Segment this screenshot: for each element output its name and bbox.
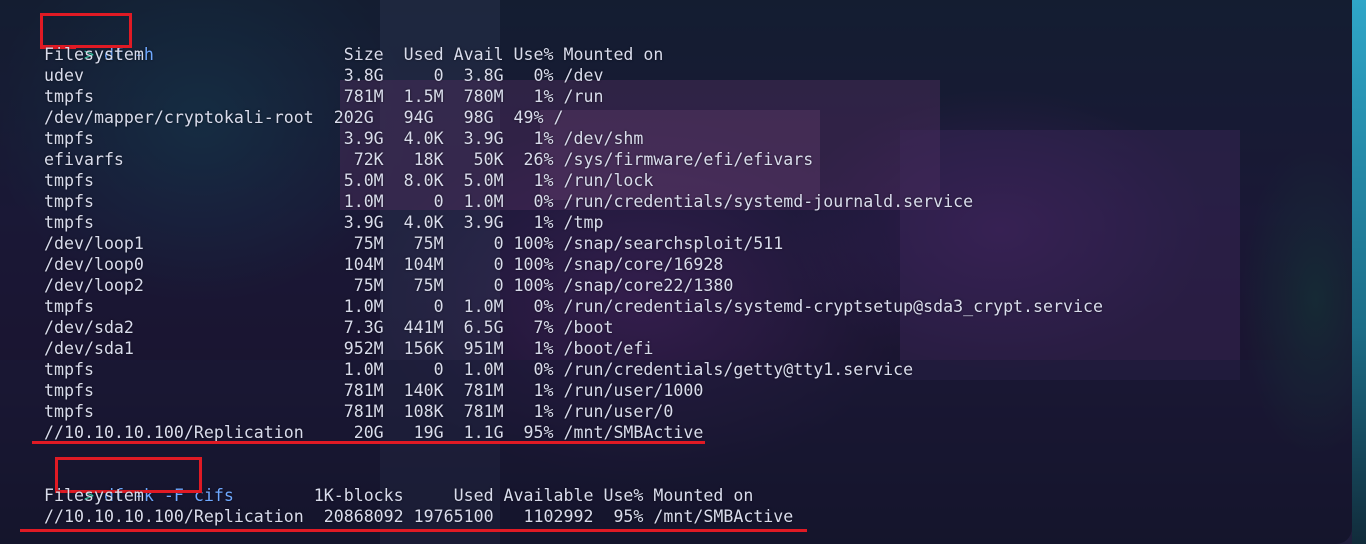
- output-row: tmpfs 1.0M 0 1.0M 0% /run/credentials/sy…: [44, 297, 1103, 316]
- output-row: tmpfs 781M 1.5M 780M 1% /run: [44, 87, 604, 106]
- output-header-cifs: Filesystem 1K-blocks Used Available Use%…: [44, 486, 754, 505]
- output-row-cifs-share: //10.10.10.100/Replication 20868092 1976…: [44, 507, 794, 526]
- output-row: tmpfs 781M 108K 781M 1% /run/user/0: [44, 402, 674, 421]
- output-row: tmpfs 3.9G 4.0K 3.9G 1% /tmp: [44, 213, 604, 232]
- output-row: efivarfs 72K 18K 50K 26% /sys/firmware/e…: [44, 150, 814, 169]
- output-row: /dev/mapper/cryptokali-root 202G 94G 98G…: [44, 108, 564, 127]
- output-row: tmpfs 5.0M 8.0K 5.0M 1% /run/lock: [44, 171, 654, 190]
- output-row: /dev/sda2 7.3G 441M 6.5G 7% /boot: [44, 318, 614, 337]
- wallpaper-edge-light: [1352, 0, 1366, 544]
- output-row: /dev/loop2 75M 75M 0 100% /snap/core22/1…: [44, 276, 734, 295]
- output-row: udev 3.8G 0 3.8G 0% /dev: [44, 66, 604, 85]
- annotation-underline-smb-share: [32, 441, 705, 444]
- output-row: tmpfs 1.0M 0 1.0M 0% /run/credentials/ge…: [44, 360, 914, 379]
- output-row: tmpfs 1.0M 0 1.0M 0% /run/credentials/sy…: [44, 192, 974, 211]
- annotation-box-df-h: [40, 13, 132, 48]
- output-row: /dev/sda1 952M 156K 951M 1% /boot/efi: [44, 339, 654, 358]
- output-header: Filesystem Size Used Avail Use% Mounted …: [44, 45, 664, 64]
- output-row: tmpfs 3.9G 4.0K 3.9G 1% /dev/shm: [44, 129, 644, 148]
- output-row-smb-share: //10.10.10.100/Replication 20G 19G 1.1G …: [44, 423, 704, 442]
- output-row: /dev/loop1 75M 75M 0 100% /snap/searchsp…: [44, 234, 784, 253]
- annotation-underline-cifs-share: [20, 529, 807, 532]
- output-row: /dev/loop0 104M 104M 0 100% /snap/core/1…: [44, 255, 724, 274]
- terminal-window[interactable]: > df -h Filesystem Size Used Avail Use% …: [0, 0, 1352, 544]
- output-row: tmpfs 781M 140K 781M 1% /run/user/1000: [44, 381, 704, 400]
